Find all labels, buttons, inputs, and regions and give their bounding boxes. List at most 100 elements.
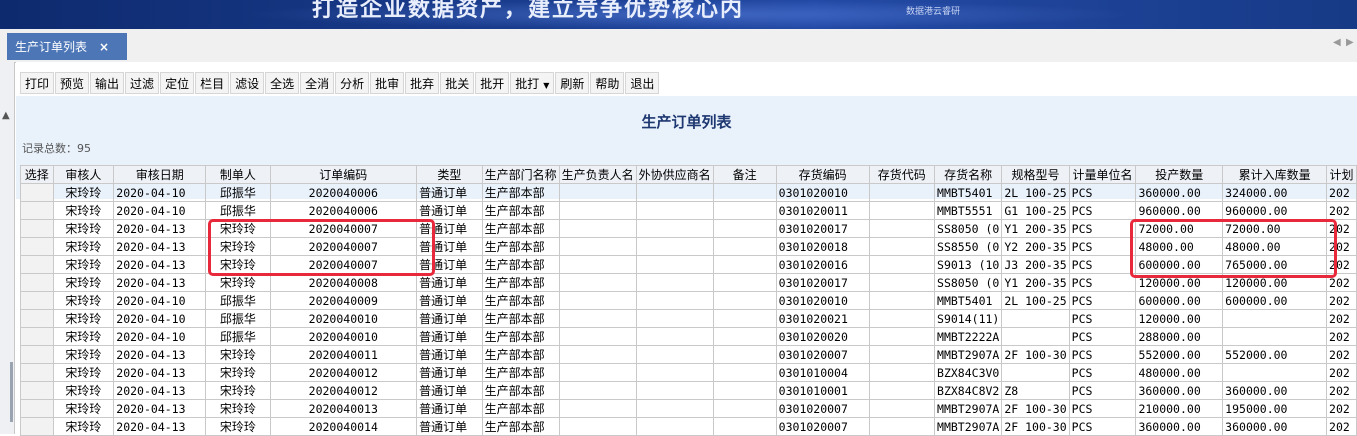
table-cell[interactable]: SS8550 (0	[934, 237, 1003, 256]
table-cell[interactable]: MMBT5551	[934, 201, 1003, 220]
toolbar-button-8[interactable]: 全消	[300, 72, 335, 94]
table-cell[interactable]	[868, 399, 936, 418]
table-cell[interactable]: 生产部本部	[481, 309, 560, 328]
table-cell[interactable]: MMBT5401	[934, 291, 1003, 310]
column-header-12[interactable]: 存货名称	[934, 165, 1003, 184]
table-cell[interactable]: J3 200-35	[1001, 255, 1070, 274]
table-cell[interactable]: 2020-04-13	[113, 345, 207, 364]
table-cell[interactable]: 生产部本部	[481, 291, 560, 310]
table-row[interactable]: 宋玲玲 2020-04-13 宋玲玲 2020040013 普通订单 生产部本部 03010…	[20, 399, 1357, 418]
select-cell[interactable]	[20, 417, 54, 436]
table-cell[interactable]	[558, 399, 637, 418]
table-cell[interactable]: 生产部本部	[481, 345, 560, 364]
table-cell[interactable]: 2020040007	[269, 255, 418, 274]
table-cell[interactable]: 生产部本部	[481, 399, 560, 418]
table-cell[interactable]: 宋玲玲	[52, 399, 115, 418]
table-cell[interactable]	[868, 345, 936, 364]
table-cell[interactable]: BZX84C8V2	[934, 381, 1003, 400]
table-cell[interactable]: 2020040008	[269, 273, 418, 292]
select-cell[interactable]	[20, 399, 54, 418]
table-cell[interactable]: 宋玲玲	[205, 381, 271, 400]
select-cell[interactable]	[20, 237, 54, 256]
column-header-7[interactable]: 生产负责人名	[558, 165, 637, 184]
table-cell[interactable]: 48000.00	[1222, 237, 1328, 256]
table-cell[interactable]: PCS	[1068, 309, 1137, 328]
table-cell[interactable]	[635, 273, 714, 292]
table-cell[interactable]: 宋玲玲	[205, 345, 271, 364]
table-cell[interactable]: 宋玲玲	[52, 273, 115, 292]
table-cell[interactable]: 宋玲玲	[205, 219, 271, 238]
table-cell[interactable]: 600000.00	[1222, 291, 1328, 310]
vertical-scrollbar[interactable]	[10, 362, 13, 422]
table-row[interactable]: 宋玲玲 2020-04-13 宋玲玲 2020040007 普通订单 生产部本部 03010…	[20, 255, 1357, 274]
table-cell[interactable]: 生产部本部	[481, 183, 560, 202]
table-cell[interactable]: S9013 (10	[934, 255, 1003, 274]
table-row[interactable]: 宋玲玲 2020-04-13 宋玲玲 2020040008 普通订单 生产部本部 03010…	[20, 273, 1357, 292]
table-cell[interactable]: 普通订单	[416, 327, 483, 346]
select-cell[interactable]	[20, 345, 54, 364]
table-cell[interactable]	[1222, 309, 1328, 328]
table-cell[interactable]: 202	[1326, 201, 1357, 220]
table-cell[interactable]: 765000.00	[1222, 255, 1328, 274]
table-cell[interactable]: 普通订单	[416, 417, 483, 436]
table-cell[interactable]: 2020040006	[269, 201, 418, 220]
toolbar-button-14[interactable]: 批打 ▼	[510, 72, 555, 94]
table-cell[interactable]: PCS	[1068, 381, 1137, 400]
table-cell[interactable]: Y1 200-35	[1001, 273, 1070, 292]
table-cell[interactable]: 202	[1326, 363, 1357, 382]
table-cell[interactable]: 324000.00	[1222, 183, 1328, 202]
table-cell[interactable]	[712, 201, 777, 220]
table-cell[interactable]: MMBT5401	[934, 183, 1003, 202]
table-cell[interactable]: 普通订单	[416, 345, 483, 364]
toolbar-button-9[interactable]: 分析	[335, 72, 370, 94]
table-cell[interactable]: 2L 100-25	[1001, 183, 1070, 202]
table-cell[interactable]: 邱振华	[205, 183, 271, 202]
table-cell[interactable]: 2020040011	[269, 345, 418, 364]
table-cell[interactable]: PCS	[1068, 255, 1137, 274]
table-cell[interactable]: 普通订单	[416, 291, 483, 310]
table-cell[interactable]: PCS	[1068, 291, 1137, 310]
table-cell[interactable]: 邱振华	[205, 327, 271, 346]
table-cell[interactable]: 600000.00	[1135, 291, 1224, 310]
table-cell[interactable]: Y2 200-35	[1001, 237, 1070, 256]
tab-scroll-left-icon[interactable]: ◀	[1333, 37, 1341, 48]
table-cell[interactable]: MMBT2907A	[934, 345, 1003, 364]
table-cell[interactable]: 960000.00	[1135, 201, 1224, 220]
table-cell[interactable]	[868, 309, 936, 328]
table-cell[interactable]: 202	[1326, 255, 1357, 274]
table-cell[interactable]: 960000.00	[1222, 201, 1328, 220]
table-cell[interactable]: 生产部本部	[481, 201, 560, 220]
table-cell[interactable]: 0301020007	[775, 345, 870, 364]
table-cell[interactable]	[712, 219, 777, 238]
table-cell[interactable]	[1222, 363, 1328, 382]
table-cell[interactable]: 0301010004	[775, 363, 870, 382]
table-cell[interactable]: 202	[1326, 345, 1357, 364]
table-cell[interactable]	[635, 381, 714, 400]
table-cell[interactable]: 72000.00	[1222, 219, 1328, 238]
tab-production-order-list[interactable]: 生产订单列表 ×	[7, 33, 127, 60]
table-cell[interactable]: 0301020010	[775, 291, 870, 310]
table-cell[interactable]	[868, 417, 936, 436]
table-cell[interactable]: 2020040013	[269, 399, 418, 418]
table-cell[interactable]: 2020-04-10	[113, 201, 207, 220]
table-cell[interactable]: 生产部本部	[481, 273, 560, 292]
table-cell[interactable]	[635, 363, 714, 382]
table-cell[interactable]	[868, 255, 936, 274]
table-cell[interactable]: 202	[1326, 309, 1357, 328]
table-cell[interactable]: SS8050 (0	[934, 219, 1003, 238]
table-cell[interactable]: SS8050 (0	[934, 273, 1003, 292]
table-row[interactable]: 宋玲玲 2020-04-10 邱振华 2020040010 普通订单 生产部本部 03010…	[20, 309, 1357, 328]
table-cell[interactable]	[635, 345, 714, 364]
table-cell[interactable]: 2020040014	[269, 417, 418, 436]
close-icon[interactable]: ×	[99, 40, 109, 54]
table-cell[interactable]: 2020-04-10	[113, 291, 207, 310]
collapse-arrow-icon[interactable]: ▲	[2, 110, 10, 121]
table-cell[interactable]	[635, 183, 714, 202]
table-cell[interactable]: 360000.00	[1135, 183, 1224, 202]
dropdown-arrow-icon[interactable]: ▼	[543, 81, 549, 90]
table-cell[interactable]: 宋玲玲	[52, 345, 115, 364]
table-cell[interactable]: 2020040012	[269, 363, 418, 382]
toolbar-button-11[interactable]: 批弃	[405, 72, 440, 94]
table-cell[interactable]: 2F 100-30	[1001, 417, 1070, 436]
table-cell[interactable]	[635, 219, 714, 238]
